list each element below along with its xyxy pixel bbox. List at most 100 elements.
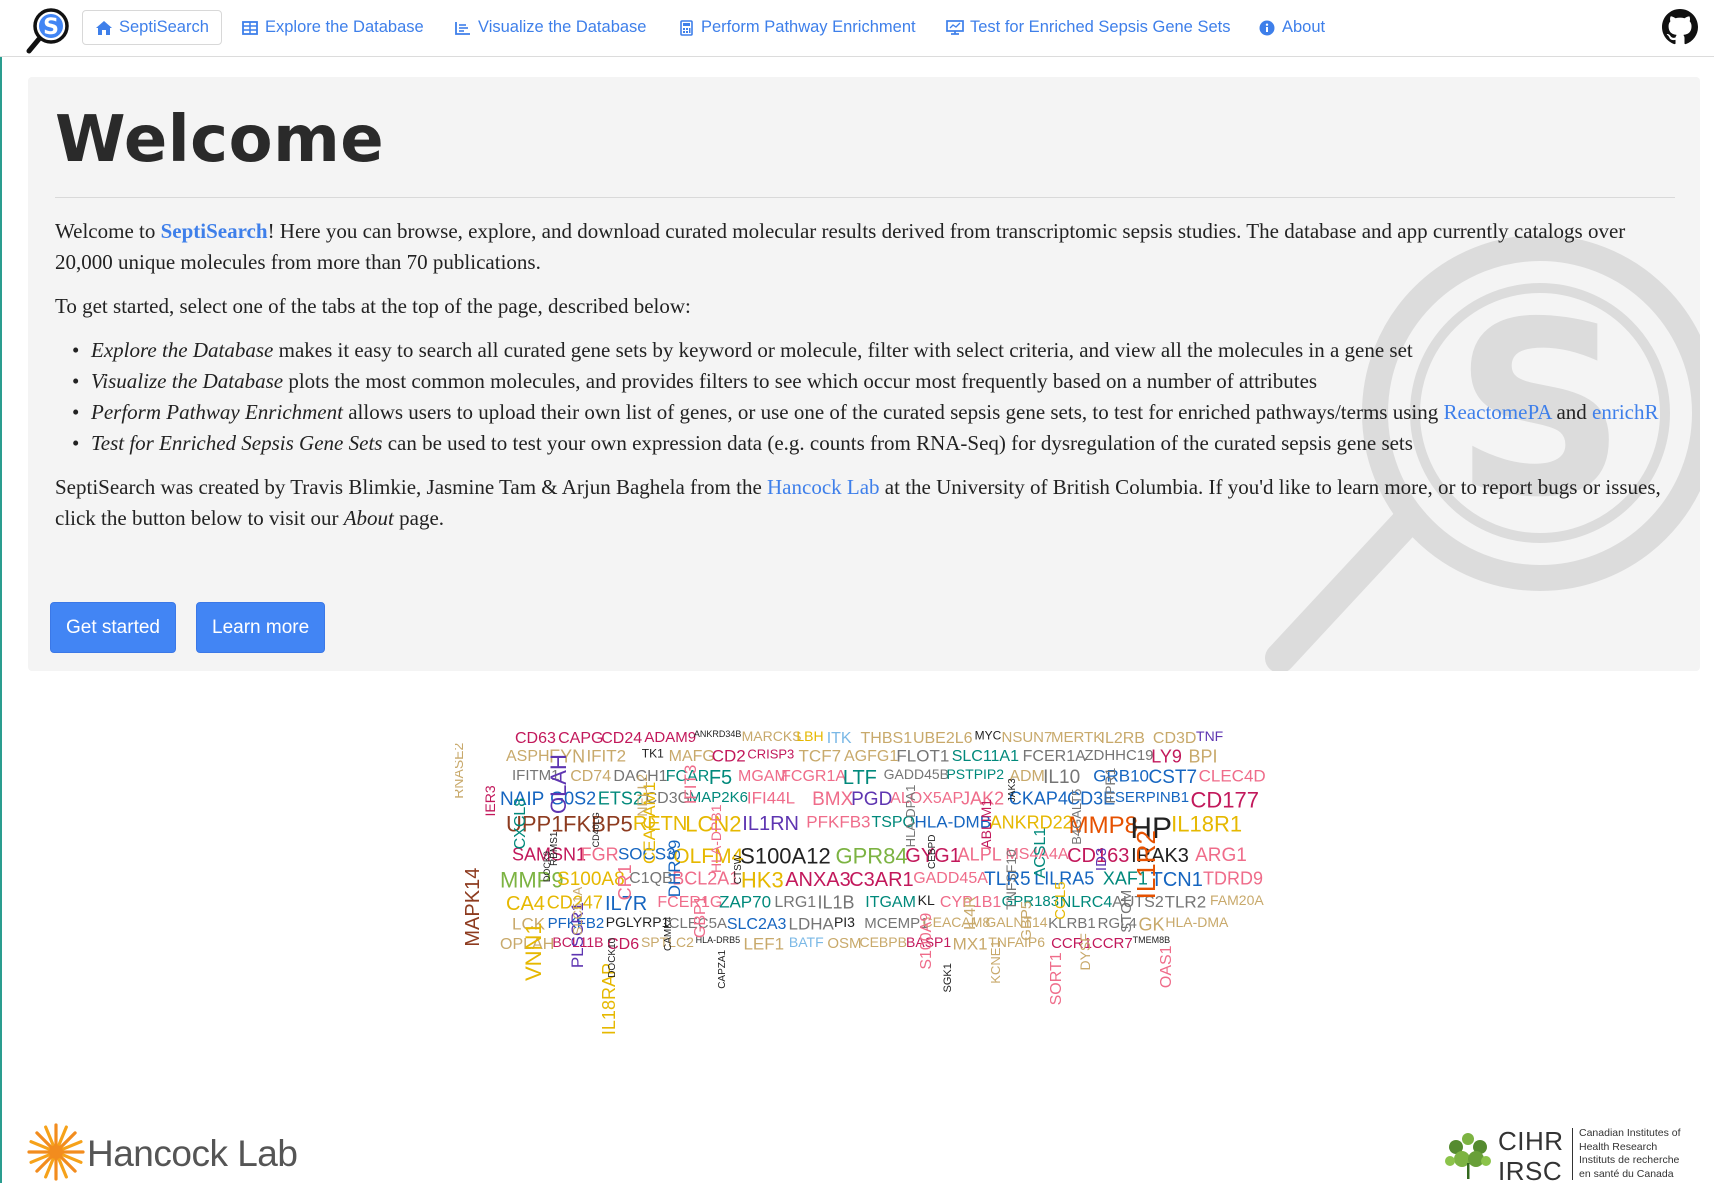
wordcloud-word-vertical: HLA-DPA1 <box>903 785 918 848</box>
wordcloud-word: BPI <box>1189 746 1218 766</box>
info-icon <box>1258 19 1276 37</box>
wordcloud-word: TK1 <box>642 747 664 761</box>
wordcloud-word: CST7 <box>1149 767 1198 788</box>
tab-test-enriched-gene-sets[interactable]: Test for Enriched Sepsis Gene Sets <box>946 10 1230 45</box>
home-icon <box>95 19 113 37</box>
wordcloud-word: CD63 <box>515 730 556 747</box>
wordcloud-word-vertical: FPR1 <box>1102 767 1118 803</box>
feature-desc: allows users to upload their own list of… <box>342 400 1444 424</box>
wordcloud-word-vertical: B4GALT5 <box>1069 789 1084 845</box>
wordcloud-word: CD74 <box>570 768 611 785</box>
hancock-logo-icon <box>27 1123 85 1181</box>
wordcloud-word: ZDHHC19 <box>1084 747 1153 764</box>
svg-text:S: S <box>43 15 59 40</box>
wordcloud-word: TDRD9 <box>1203 868 1263 888</box>
github-icon[interactable] <box>1662 9 1698 45</box>
wordcloud-word: LDHA <box>789 915 835 934</box>
tab-label: SeptiSearch <box>119 18 209 36</box>
cihr-acronym-fr: IRSC <box>1498 1156 1563 1183</box>
wordcloud-word: THBS1 <box>861 730 913 747</box>
wordcloud-word: GPR84 <box>835 844 907 869</box>
wordcloud-word: PFKFB3 <box>806 813 870 832</box>
cihr-acronym-en: CIHR <box>1498 1126 1564 1156</box>
wordcloud-word: MAFG <box>669 748 715 765</box>
wordcloud-word: S100A12 <box>740 844 831 869</box>
wordcloud-word: NSUN7 <box>1002 729 1053 746</box>
feature-name: Explore the Database <box>91 338 274 362</box>
tab-pathway-enrichment[interactable]: Perform Pathway Enrichment <box>677 10 916 45</box>
enrichr-link[interactable]: enrichR <box>1592 400 1658 424</box>
hancock-lab-link[interactable]: Hancock Lab <box>767 475 880 499</box>
cihr-line: en santé du Canada <box>1579 1167 1674 1180</box>
wordcloud-word: IFIT2 <box>586 747 626 766</box>
wordcloud-word-vertical: SGK1 <box>942 963 954 992</box>
wordcloud-word-vertical: DHRS9 <box>665 840 684 898</box>
brand-name: SeptiSearch <box>160 219 268 243</box>
navbar: S SeptiSearch Explore the Database Visua… <box>0 0 1714 57</box>
tab-septisearch[interactable]: SeptiSearch <box>82 10 222 45</box>
feature-desc: can be used to test your own expression … <box>382 431 1413 455</box>
wordcloud-word: BATF <box>789 934 824 950</box>
wordcloud-word: SLC11A1 <box>952 748 1019 765</box>
wordcloud-word-vertical: CEBPD <box>927 835 938 869</box>
wordcloud-word: AGFG1 <box>844 748 898 765</box>
feature-desc: makes it easy to search all curated gene… <box>273 338 1413 362</box>
cihr-maple-leaf-icon <box>1445 1133 1491 1179</box>
wordcloud-word-vertical: STOM <box>1118 890 1135 933</box>
wordcloud-word: IL2RB <box>1101 730 1145 747</box>
wordcloud-word: HK3 <box>741 868 784 893</box>
wordcloud-word: TLR2 <box>1165 893 1207 912</box>
tab-about[interactable]: About <box>1258 10 1325 45</box>
tab-visualize-database[interactable]: Visualize the Database <box>454 10 646 45</box>
wordcloud-word: F5 <box>709 767 732 789</box>
tab-explore-database[interactable]: Explore the Database <box>241 10 424 45</box>
wordcloud-word: ALOX5AP <box>890 790 963 807</box>
wordcloud-word: UBE2L6 <box>913 730 973 747</box>
wordcloud-word: CD24 <box>601 730 642 747</box>
welcome-text: Welcome to SeptiSearch! Here you can bro… <box>55 216 1685 547</box>
wordcloud-word-vertical: SLC51A <box>570 886 585 935</box>
get-started-button[interactable]: Get started <box>50 602 176 653</box>
wordcloud-word: ASPH <box>506 748 550 765</box>
wordcloud-word: MERTK <box>1051 729 1103 746</box>
divider <box>55 197 1675 198</box>
wordcloud-word-vertical: NELL2 <box>634 774 650 817</box>
learn-more-button[interactable]: Learn more <box>196 602 326 653</box>
wordcloud-word-vertical: CXCL8 <box>512 798 529 850</box>
wordcloud-word-vertical: RNASE2 <box>455 742 466 798</box>
wordcloud-word: TCF7 <box>799 747 842 766</box>
wordcloud-word-vertical: VNN1 <box>521 922 546 981</box>
wordcloud-word: CAPG <box>558 730 603 747</box>
wordcloud-word: CLEC4D <box>1199 767 1266 786</box>
tab-label: Test for Enriched Sepsis Gene Sets <box>970 18 1231 36</box>
wordcloud-word: ZAP70 <box>719 893 771 912</box>
feature-list: Explore the Database makes it easy to se… <box>72 335 1685 459</box>
wordcloud-word-vertical: GBP5 <box>1018 901 1035 941</box>
wordcloud-word: ADAM9 <box>644 729 696 746</box>
wordcloud-word: LTF <box>843 767 877 789</box>
wordcloud-word-vertical: GBP1 <box>692 895 709 938</box>
about-em: About <box>343 506 394 530</box>
feature-name: Test for Enriched Sepsis Gene Sets <box>91 431 383 455</box>
wordcloud-word: OSM <box>827 935 861 952</box>
hancock-lab-label: Hancock Lab <box>87 1133 298 1174</box>
wordcloud-word-vertical: CR1 <box>615 864 635 900</box>
wordcloud-word: IFI44L <box>747 789 795 808</box>
wordcloud-word: IL1B <box>818 892 855 912</box>
feature-and: and <box>1551 400 1593 424</box>
wordcloud-word: ITGAM <box>865 894 916 911</box>
wordcloud-word-vertical: ABLIM1 <box>978 799 994 849</box>
chart-icon <box>454 19 472 37</box>
welcome-panel: S Welcome Welcome to SeptiSearch! Here y… <box>28 77 1700 671</box>
wordcloud-word: IL10 <box>1043 767 1080 788</box>
wordcloud-word-vertical: HLA-DPB1 <box>708 804 724 873</box>
intro-paragraph: Welcome to SeptiSearch! Here you can bro… <box>55 216 1685 278</box>
septisearch-logo-icon[interactable]: S <box>26 6 74 54</box>
wordcloud-word: CA4 <box>506 893 545 915</box>
wordcloud-word: PGD <box>851 789 892 810</box>
wordcloud-word: PSTPIP2 <box>946 766 1004 782</box>
tab-label: Perform Pathway Enrichment <box>701 18 916 36</box>
reactomepa-link[interactable]: ReactomePA <box>1443 400 1551 424</box>
wordcloud-word: FCER1A <box>1023 748 1086 765</box>
intro-suffix: ! Here you can browse, explore, and down… <box>55 219 1626 274</box>
